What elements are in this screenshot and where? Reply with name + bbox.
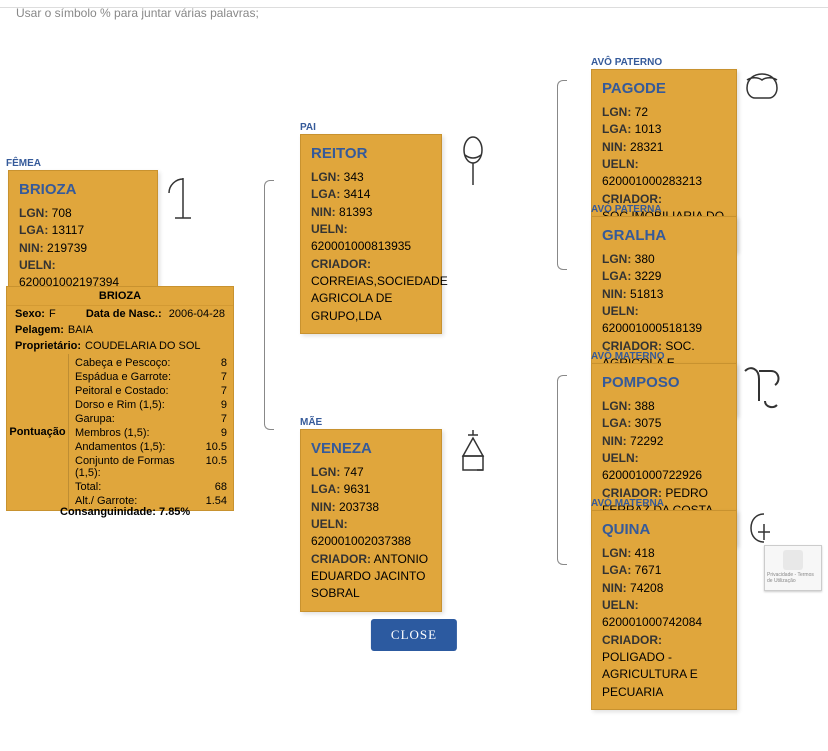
label-mae: MÃE [300,417,322,428]
label-avoma: AVÓ MATERNA [591,498,664,509]
pontuacao-row: Garupa:7 [75,412,227,426]
brand-avop-icon [743,70,781,118]
recaptcha-icon [783,550,803,570]
recaptcha-badge: Privacidade - Termos de Utilização [764,545,822,591]
brand-mae-icon [456,430,490,485]
label-avop: AVÔ PATERNO [591,57,662,68]
brand-pai-icon [458,135,488,190]
pontuacao-row: Andamentos (1,5):10.5 [75,440,227,454]
pontuacao-row: Membros (1,5):9 [75,426,227,440]
consang: Consanguinidade: 7.85% [60,506,190,518]
label-avom: AVÔ MATERNO [591,351,665,362]
pontuacao-row: Cabeça e Pescoço:8 [75,356,227,370]
card-mae: VENEZA LGN: 747 LGA: 9631 NIN: 203738 UE… [300,429,442,612]
card-avoma: QUINA LGN: 418 LGA: 7671 NIN: 74208 UELN… [591,510,737,710]
pontuacao-row: Total:68 [75,480,227,494]
label-avopa: AVÓ PATERNA [591,204,662,215]
femea-name: BRIOZA [19,179,147,201]
pontuacao-row: Conjunto de Formas (1,5):10.5 [75,454,227,480]
close-button[interactable]: CLOSE [371,619,457,651]
bracket-paternal [557,80,567,270]
label-femea: FÊMEA [6,158,41,169]
brand-avom-icon [743,365,783,413]
card-pai: REITOR LGN: 343 LGA: 3414 NIN: 81393 UEL… [300,134,442,334]
bracket-parent [264,180,274,430]
details-panel: BRIOZA Sexo:FData de Nasc.: 2006-04-28 P… [6,286,234,511]
hint-text: Usar o símbolo % para juntar várias pala… [0,6,828,20]
pontuacao-label: Pontuação [7,354,69,510]
pontuacao-row: Espádua e Garrote:7 [75,370,227,384]
pedigree-layout: FÊMEA BRIOZA LGN: 708 LGA: 13117 NIN: 21… [0,20,828,660]
bracket-maternal [557,375,567,565]
brand-femea-icon [163,175,203,230]
pontuacao-table: Cabeça e Pescoço:8Espádua e Garrote:7Pei… [69,354,233,510]
pontuacao-row: Peitoral e Costado:7 [75,384,227,398]
details-header: BRIOZA [7,287,233,306]
label-pai: PAI [300,122,316,133]
pontuacao-row: Dorso e Rim (1,5):9 [75,398,227,412]
